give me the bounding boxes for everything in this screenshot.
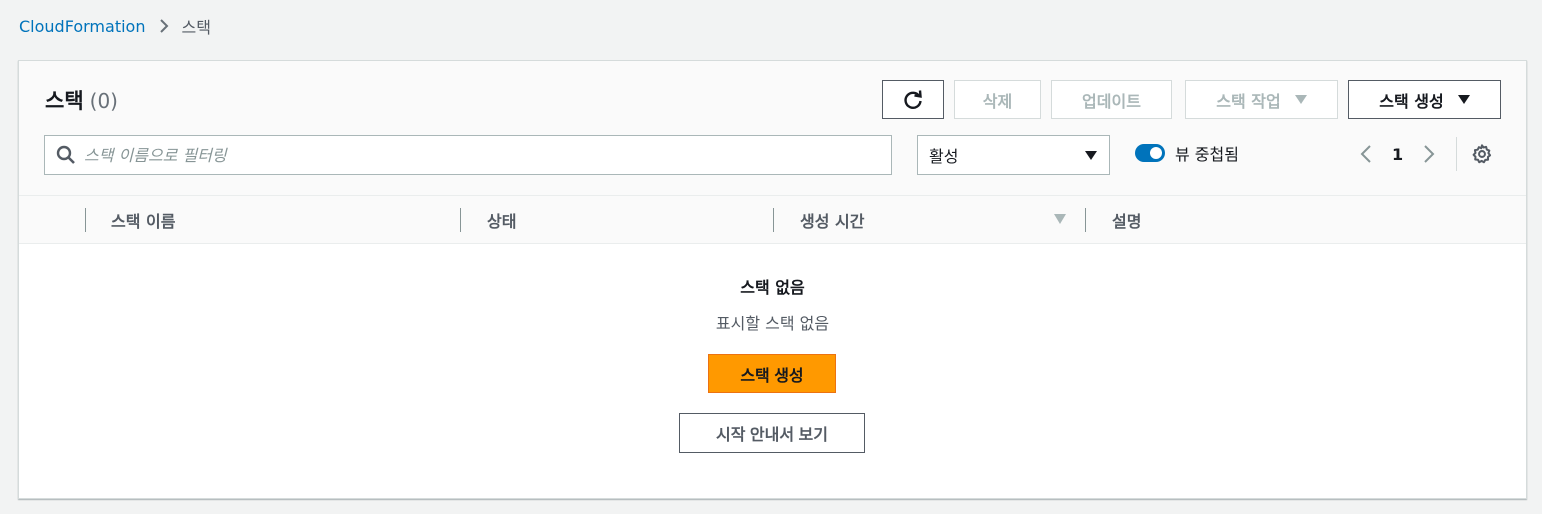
chevron-right-icon (159, 18, 169, 34)
column-divider[interactable] (773, 208, 774, 232)
chevron-right-icon (1424, 145, 1435, 163)
search-input[interactable] (84, 145, 784, 165)
next-page-button[interactable] (1416, 141, 1442, 167)
toggle-knob (1150, 147, 1162, 159)
update-button[interactable]: 업데이트 (1051, 80, 1172, 119)
table-header: 스택 이름 상태 생성 시간 설명 (19, 196, 1526, 244)
settings-gear-icon[interactable] (1471, 143, 1493, 165)
caret-down-icon (1457, 95, 1470, 104)
empty-state-subtitle: 표시할 스택 없음 (715, 314, 830, 333)
empty-state: 스택 없음 표시할 스택 없음 (19, 274, 1526, 334)
page-title: 스택 (0) (45, 85, 118, 115)
chevron-left-icon (1360, 145, 1371, 163)
breadcrumb-current: 스택 (181, 18, 211, 37)
divider (1456, 137, 1458, 171)
view-getting-started-guide-button[interactable]: 시작 안내서 보기 (679, 413, 865, 453)
stack-actions-label: 스택 작업 (1216, 91, 1281, 111)
column-header-creation-time[interactable]: 생성 시간 (800, 196, 864, 244)
caret-down-icon (1294, 95, 1307, 104)
previous-page-button[interactable] (1353, 141, 1379, 167)
current-page[interactable]: 1 (1392, 145, 1403, 164)
refresh-icon (902, 89, 924, 111)
column-divider[interactable] (1085, 208, 1086, 232)
column-divider[interactable] (460, 208, 461, 232)
panel-header: 스택 (0) 삭제 업데이트 스택 작업 스택 생성 스택 이름으로 필터링 활… (19, 61, 1526, 196)
delete-button[interactable]: 삭제 (954, 80, 1041, 119)
breadcrumb-cloudformation-link[interactable]: CloudFormation (19, 17, 145, 36)
stacks-panel: 스택 (0) 삭제 업데이트 스택 작업 스택 생성 스택 이름으로 필터링 활… (18, 60, 1527, 499)
column-header-description[interactable]: 설명 (1112, 196, 1141, 244)
stack-actions-dropdown[interactable]: 스택 작업 (1185, 80, 1338, 119)
create-stack-label: 스택 생성 (1379, 91, 1444, 111)
status-filter-select[interactable]: 활성 (917, 135, 1110, 175)
breadcrumb: CloudFormation 스택 (19, 14, 211, 38)
create-stack-button[interactable]: 스택 생성 (708, 354, 836, 393)
stack-count: (0) (89, 89, 118, 113)
column-divider (85, 208, 86, 232)
search-box (44, 135, 892, 175)
empty-state-title: 스택 없음 (740, 278, 805, 297)
caret-down-icon (1085, 151, 1097, 160)
pagination: 1 (1353, 137, 1493, 171)
column-header-status[interactable]: 상태 (487, 196, 516, 244)
status-filter-value: 활성 (929, 147, 959, 166)
search-icon (56, 145, 76, 165)
column-header-stack-name[interactable]: 스택 이름 (111, 196, 175, 244)
create-stack-dropdown[interactable]: 스택 생성 (1348, 80, 1501, 119)
toggle-switch[interactable] (1135, 144, 1165, 162)
title-text: 스택 (45, 89, 84, 113)
toggle-label: 뷰 중첩됨 (1175, 145, 1239, 164)
sort-descending-icon[interactable] (1054, 214, 1066, 224)
refresh-button[interactable] (882, 80, 944, 119)
nested-view-toggle[interactable]: 뷰 중첩됨 (1135, 142, 1239, 164)
